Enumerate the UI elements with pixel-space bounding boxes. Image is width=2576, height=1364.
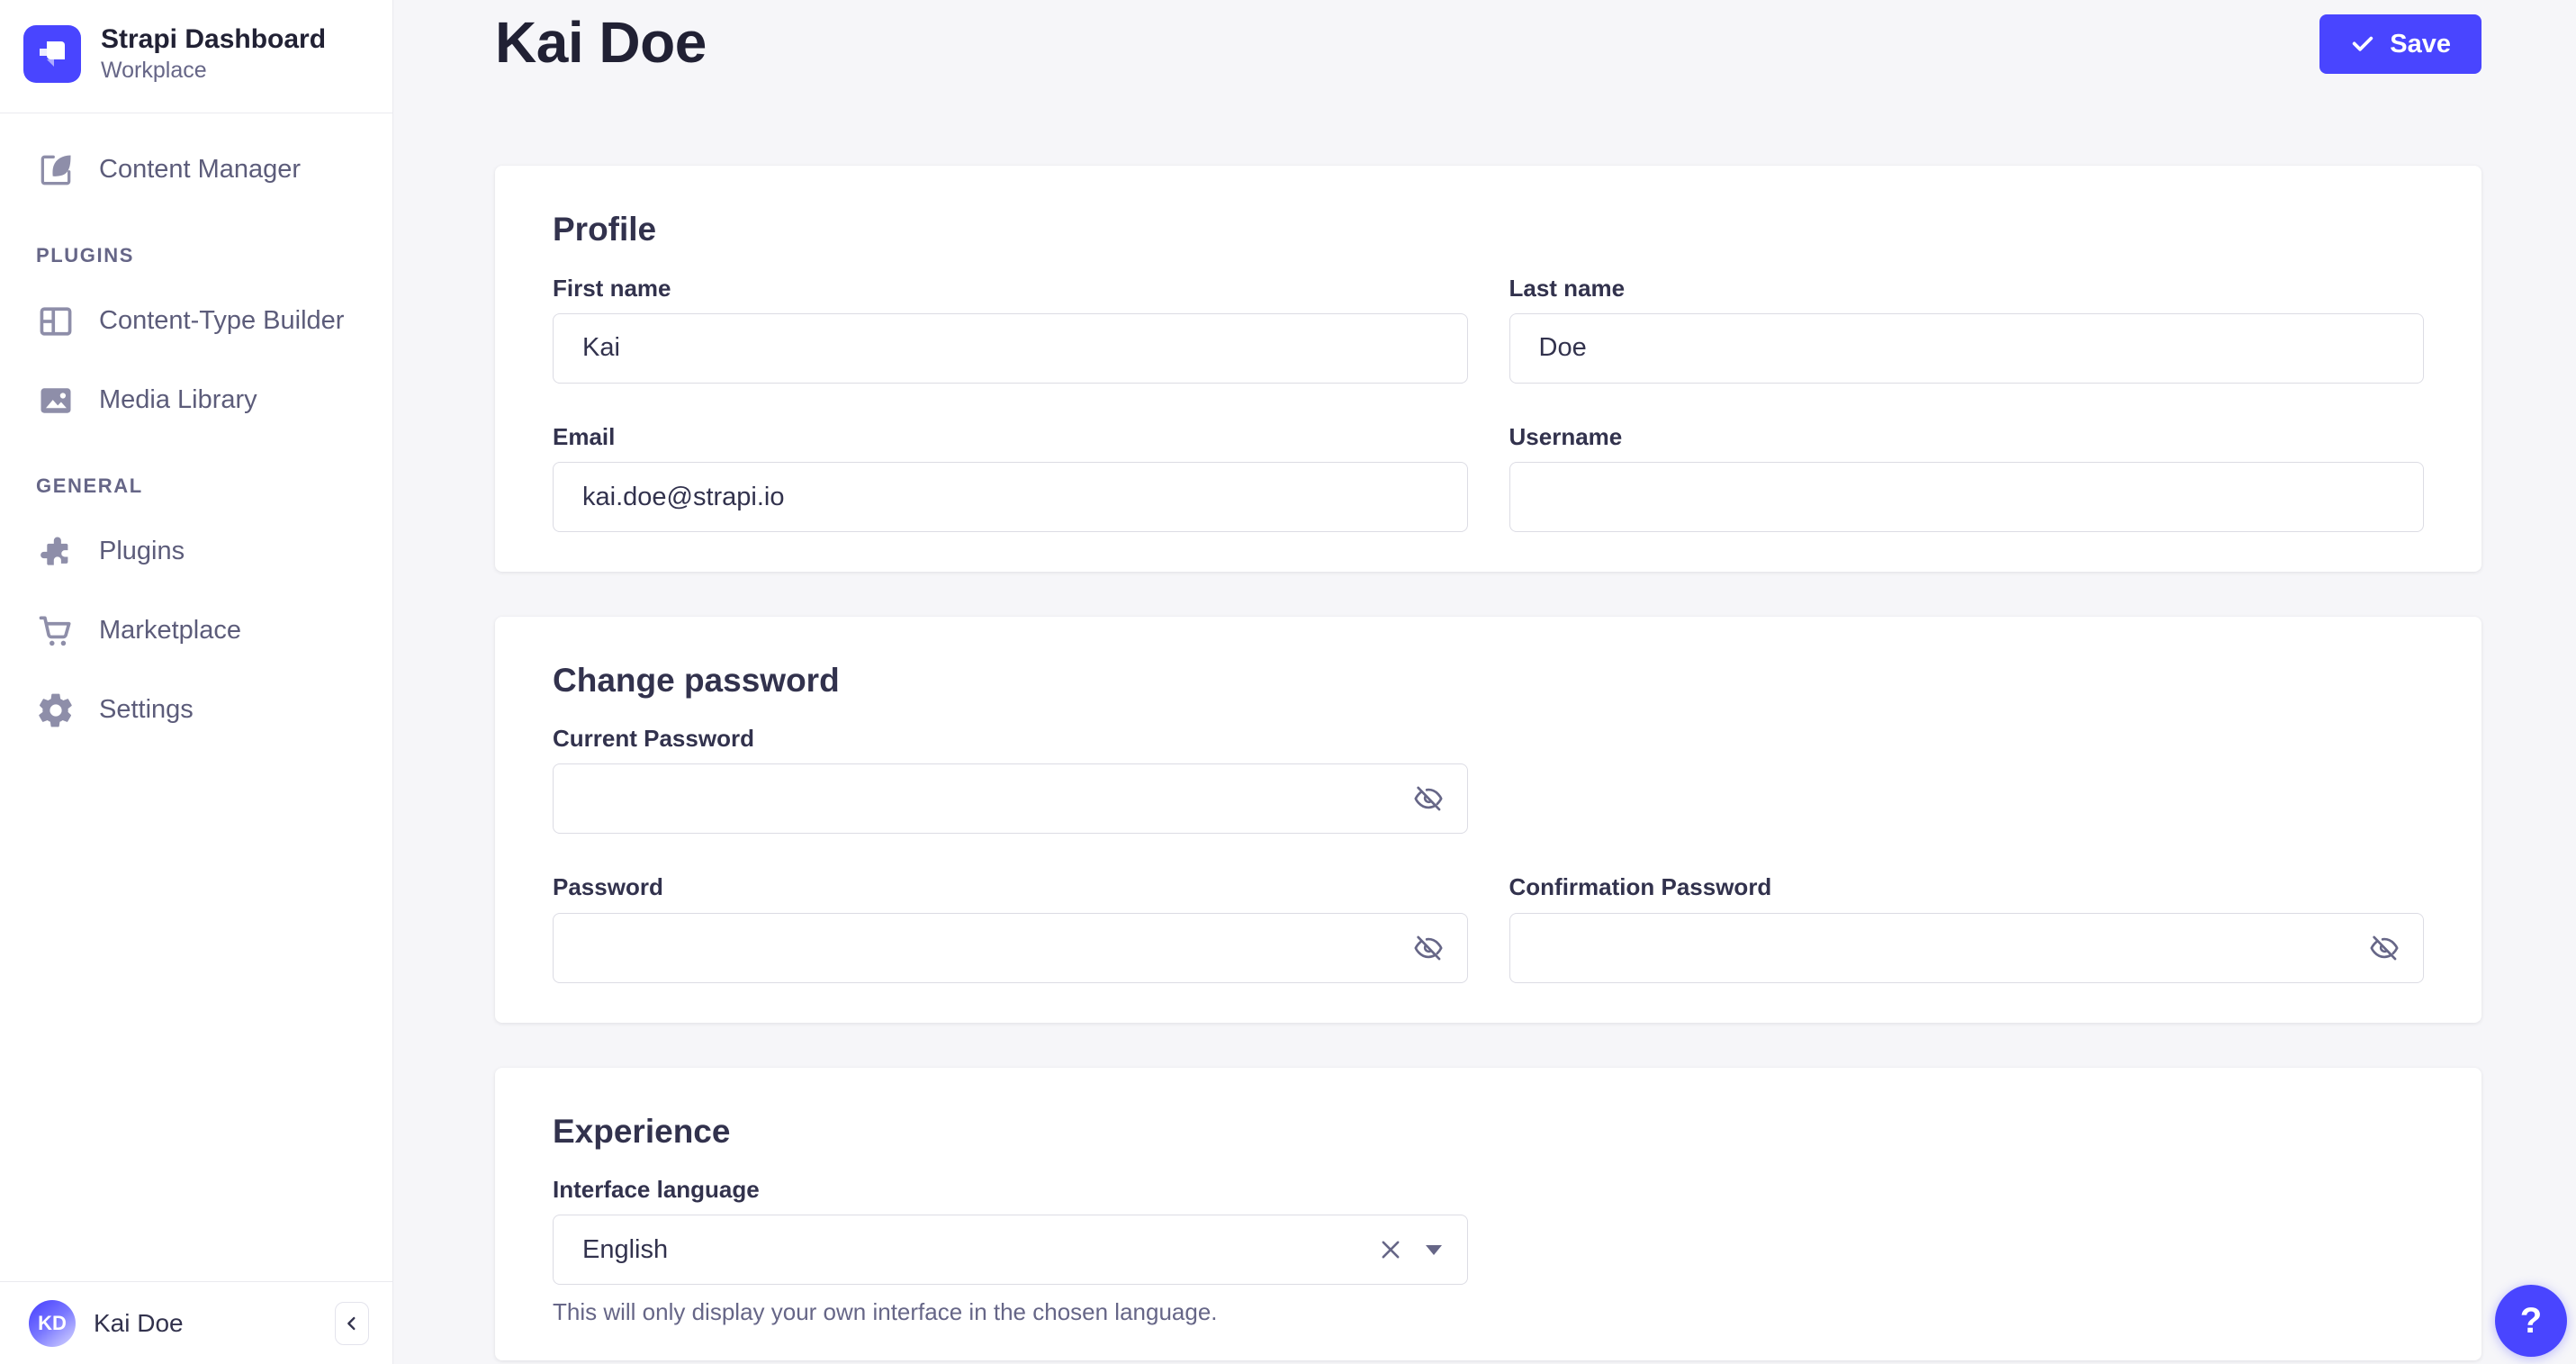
confirm-password-label: Confirmation Password [1509,873,2425,901]
current-password-input[interactable] [553,763,1468,834]
password-grid: Current Password [553,725,2424,982]
sidebar-item-label: Marketplace [99,616,241,646]
save-button-label: Save [2390,30,2451,59]
current-password-input-wrap [553,763,1468,834]
main-content: Kai Doe Save Profile First name Last nam… [393,0,2576,1364]
profile-card: Profile First name Last name Email Usern… [495,166,2481,572]
gear-icon [36,691,76,730]
feather-edit-icon [36,150,76,190]
eye-off-icon [1413,783,1444,814]
help-button[interactable]: ? [2495,1285,2567,1357]
interface-language-select[interactable]: English [553,1215,1468,1285]
sidebar-item-label: Content-Type Builder [99,306,344,336]
clear-language-button[interactable] [1374,1233,1408,1267]
email-label: Email [553,423,1468,451]
grid-spacer [1509,725,2425,834]
toggle-new-password-button[interactable] [1409,928,1448,968]
sidebar-item-content-type-builder[interactable]: Content-Type Builder [0,291,392,352]
last-name-input[interactable] [1509,313,2425,384]
last-name-label: Last name [1509,275,2425,303]
strapi-logo-icon [23,25,81,83]
workspace-info: Strapi Dashboard Workplace [101,23,326,86]
first-name-input[interactable] [553,313,1468,384]
experience-card-title: Experience [553,1111,2424,1152]
check-icon [2350,32,2375,57]
change-password-card: Change password Current Password [495,617,2481,1023]
interface-language-hint: This will only display your own interfac… [553,1297,1468,1328]
avatar[interactable]: KD [29,1300,76,1347]
new-password-input-wrap [553,913,1468,983]
toggle-current-password-button[interactable] [1409,779,1448,818]
interface-language-value: English [582,1235,1374,1265]
change-password-card-title: Change password [553,660,2424,701]
sidebar-item-settings[interactable]: Settings [0,680,392,741]
new-password-label: Password [553,873,1468,901]
page-header: Kai Doe Save [495,11,2481,74]
sidebar-item-label: Media Library [99,385,257,415]
user-name: Kai Doe [94,1309,184,1338]
page-title: Kai Doe [495,11,707,74]
sidebar-item-label: Content Manager [99,155,301,185]
chevron-left-icon [342,1314,362,1333]
collapse-sidebar-button[interactable] [335,1302,369,1345]
sidebar-user-row: KD Kai Doe [0,1281,392,1364]
sidebar-nav: Content Manager PLUGINS Content-Type Bui… [0,113,392,1282]
experience-card: Experience Interface language English Th… [495,1068,2481,1360]
eye-off-icon [1413,933,1444,963]
email-field: Email [553,423,1468,532]
username-input[interactable] [1509,462,2425,532]
profile-card-title: Profile [553,209,2424,250]
last-name-field: Last name [1509,275,2425,384]
sidebar-item-marketplace[interactable]: Marketplace [0,601,392,662]
question-mark-icon: ? [2520,1301,2542,1341]
username-label: Username [1509,423,2425,451]
layout-icon [36,302,76,341]
form-sections: Profile First name Last name Email Usern… [495,166,2481,1359]
eye-off-icon [2369,933,2400,963]
sidebar-item-media-library[interactable]: Media Library [0,370,392,431]
sidebar: Strapi Dashboard Workplace Content Manag… [0,0,393,1364]
sidebar-section-general: GENERAL [36,474,392,498]
sidebar-item-plugins[interactable]: Plugins [0,521,392,583]
toggle-confirm-password-button[interactable] [2364,928,2404,968]
first-name-label: First name [553,275,1468,303]
confirm-password-field: Confirmation Password [1509,873,2425,982]
app-title: Strapi Dashboard [101,23,326,56]
cart-icon [36,611,76,651]
workspace-name: Workplace [101,56,326,86]
profile-grid: First name Last name Email Username [553,275,2424,532]
workspace-brand[interactable]: Strapi Dashboard Workplace [0,0,392,113]
sidebar-section-plugins: PLUGINS [36,244,392,267]
current-password-field: Current Password [553,725,1468,834]
sidebar-item-content-manager[interactable]: Content Manager [0,140,392,201]
current-password-label: Current Password [553,725,1468,753]
confirm-password-input[interactable] [1509,913,2425,983]
sidebar-item-label: Settings [99,695,194,725]
interface-language-field: Interface language English This will onl… [553,1176,1468,1328]
new-password-field: Password [553,873,1468,982]
new-password-input[interactable] [553,913,1468,983]
save-button[interactable]: Save [2319,14,2481,74]
username-field: Username [1509,423,2425,532]
sidebar-item-label: Plugins [99,537,185,566]
first-name-field: First name [553,275,1468,384]
picture-icon [36,381,76,420]
interface-language-label: Interface language [553,1176,1468,1204]
clear-x-icon [1378,1237,1403,1262]
puzzle-icon [36,532,76,572]
chevron-down-icon[interactable] [1426,1245,1442,1255]
confirm-password-input-wrap [1509,913,2425,983]
email-input[interactable] [553,462,1468,532]
